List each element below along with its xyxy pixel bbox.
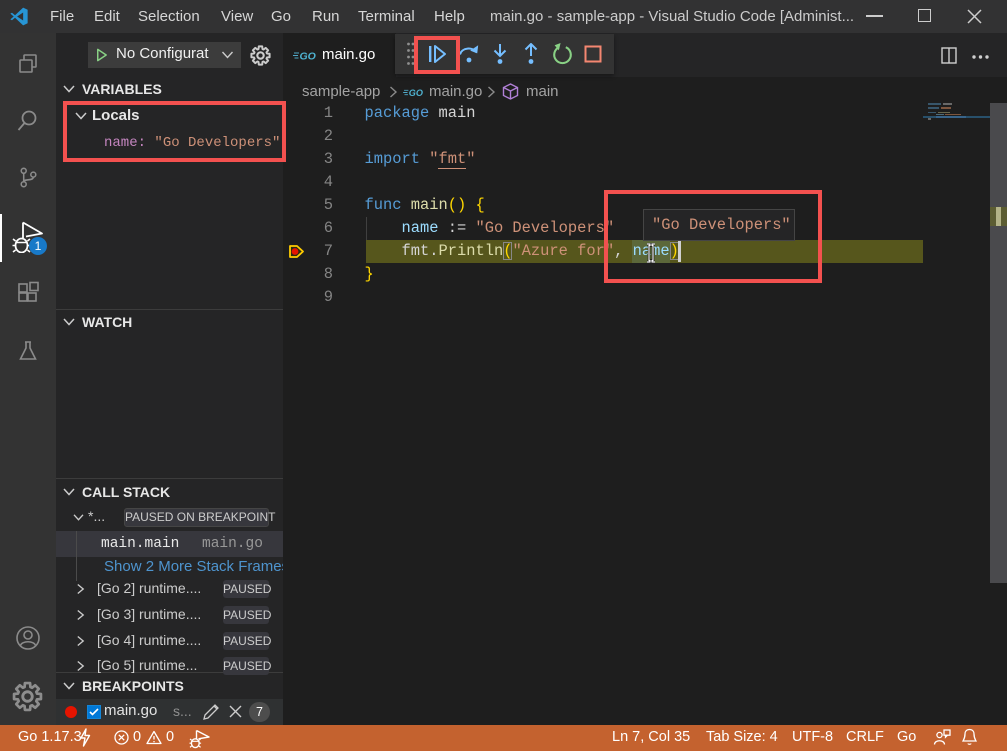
svg-text:GO: GO [409,88,423,98]
svg-text:GO: GO [300,51,316,63]
